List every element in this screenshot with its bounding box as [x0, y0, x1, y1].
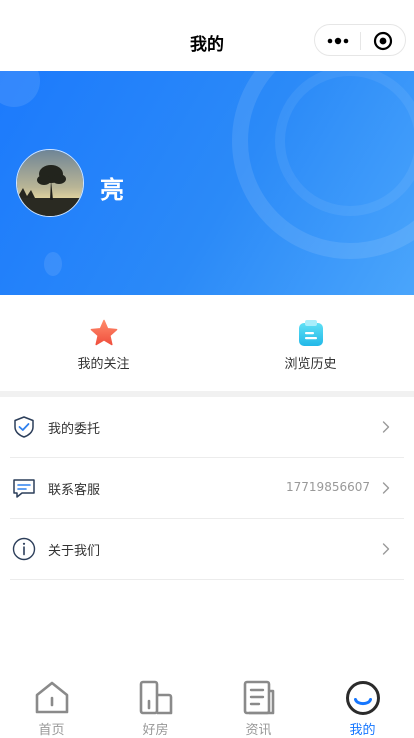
- tab-news[interactable]: 资讯: [207, 674, 310, 738]
- username: 亮: [100, 176, 124, 204]
- service-phone-number: 17719856607: [286, 480, 370, 494]
- menu-item-customer-service-label: 联系客服: [48, 483, 101, 498]
- menu-item-about[interactable]: 关于我们: [10, 519, 404, 580]
- building-icon: [139, 680, 173, 715]
- chevron-right-icon: [382, 543, 390, 555]
- tab-good-house[interactable]: 好房: [104, 674, 207, 738]
- menu-item-entrust-label: 我的委托: [48, 422, 101, 437]
- tab-mine[interactable]: 我的: [311, 674, 414, 738]
- shortcut-history-label: 浏览历史: [284, 357, 337, 372]
- close-target-icon[interactable]: [373, 31, 393, 51]
- menu-item-entrust[interactable]: 我的委托: [10, 397, 404, 458]
- avatar[interactable]: [16, 149, 84, 217]
- shortcuts-panel: 我的关注 浏览历史: [0, 295, 414, 391]
- miniapp-capsule: [314, 24, 406, 56]
- tab-news-label: 资讯: [245, 723, 272, 738]
- top-navbar: 我的: [0, 0, 414, 71]
- menu-item-customer-service[interactable]: 联系客服 17719856607: [10, 458, 404, 519]
- shield-check-icon: [14, 416, 34, 438]
- shortcut-follow[interactable]: 我的关注: [0, 295, 207, 391]
- more-dots-icon[interactable]: [325, 33, 351, 49]
- tab-good-house-label: 好房: [142, 723, 169, 738]
- profile-banner: 亮: [0, 71, 414, 295]
- tab-home-label: 首页: [38, 723, 65, 738]
- chevron-right-icon: [382, 421, 390, 433]
- capsule-divider: [360, 32, 361, 50]
- bottom-tabbar: 首页 好房 资讯 我的: [0, 674, 414, 738]
- avatar-image: [17, 150, 83, 216]
- news-icon: [243, 680, 275, 715]
- menu-item-about-label: 关于我们: [48, 544, 101, 559]
- chevron-right-icon: [382, 482, 390, 494]
- tab-mine-label: 我的: [349, 723, 376, 738]
- shortcut-follow-label: 我的关注: [77, 357, 130, 372]
- shortcut-history[interactable]: 浏览历史: [207, 295, 414, 391]
- chat-icon: [13, 479, 35, 498]
- home-icon: [35, 681, 69, 714]
- tab-home[interactable]: 首页: [0, 674, 103, 738]
- info-icon: [12, 537, 36, 561]
- star-icon: [90, 319, 118, 346]
- history-clipboard-icon: [299, 320, 323, 346]
- profile-smile-icon: [346, 681, 380, 715]
